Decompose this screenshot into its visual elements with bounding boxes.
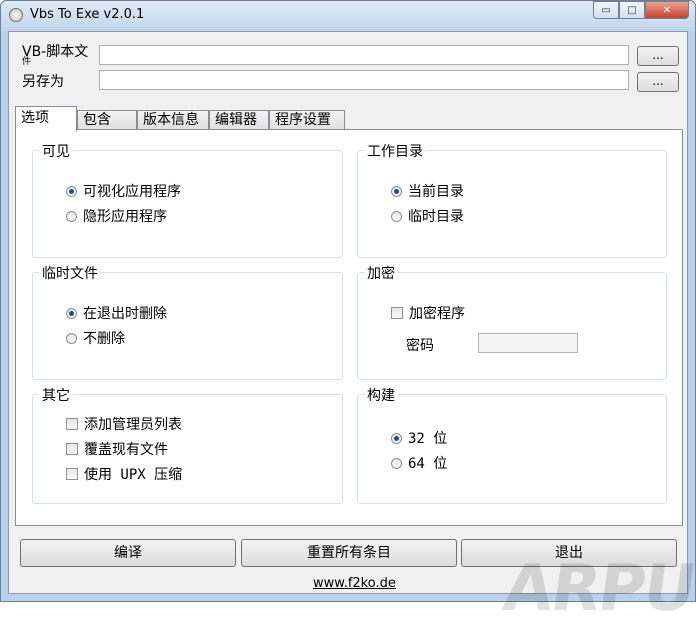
radio-visible-app[interactable]: 可视化应用程序 — [66, 181, 181, 201]
radio-unselected-icon[interactable] — [66, 332, 77, 344]
password-label: 密码 — [406, 338, 434, 354]
group-workdir: 工作目录 当前目录 临时目录 — [357, 141, 667, 258]
app-gear-icon[interactable] — [9, 8, 23, 22]
minimize-button[interactable]: ▭ — [593, 1, 619, 19]
radio-selected-icon[interactable] — [391, 432, 402, 444]
vbs-script-field[interactable] — [99, 45, 629, 65]
tab-version-info[interactable]: 版本信息 — [137, 110, 209, 130]
checkbox-upx-label: 使用 UPX 压缩 — [84, 467, 183, 483]
checkbox-add-admin-label: 添加管理员列表 — [84, 417, 182, 433]
tab-editor[interactable]: 编辑器 — [209, 110, 269, 130]
vbs-browse-button[interactable]: ... — [637, 46, 679, 66]
vbs-script-label-text: VB-脚本文 — [22, 44, 89, 60]
tab-include[interactable]: 包含 — [77, 110, 137, 130]
maximize-button[interactable]: □ — [619, 1, 645, 19]
saveas-field[interactable] — [99, 70, 629, 90]
window-title: Vbs To Exe v2.0.1 — [30, 7, 145, 22]
saveas-browse-button[interactable]: ... — [637, 72, 679, 92]
radio-64bit-label: 64 位 — [408, 456, 448, 472]
website-link[interactable]: www.f2ko.de — [313, 576, 396, 591]
app-window: Vbs To Exe v2.0.1 ▭ □ ✕ VB-脚本文 件 ... 另存为… — [0, 0, 696, 626]
radio-unselected-icon[interactable] — [391, 210, 402, 222]
checkbox-encrypt[interactable]: 加密程序 — [391, 303, 465, 323]
options-panel: 可见 可视化应用程序 隐形应用程序 工作目录 当前目录 临时目录 临时文件 在退… — [15, 129, 683, 526]
group-build: 构建 32 位 64 位 — [357, 385, 667, 504]
radio-selected-icon[interactable] — [391, 185, 402, 197]
group-visible-title: 可见 — [39, 141, 73, 161]
radio-no-delete[interactable]: 不删除 — [66, 328, 125, 348]
group-visible: 可见 可视化应用程序 隐形应用程序 — [32, 141, 343, 258]
checkbox-icon[interactable] — [66, 443, 78, 455]
radio-unselected-icon[interactable] — [391, 457, 402, 469]
password-field[interactable] — [478, 333, 578, 353]
checkbox-overwrite[interactable]: 覆盖现有文件 — [66, 439, 168, 459]
close-icon: ✕ — [662, 4, 672, 16]
radio-temp-dir-label: 临时目录 — [408, 209, 464, 225]
close-button[interactable]: ✕ — [645, 1, 689, 19]
radio-current-dir-label: 当前目录 — [408, 184, 464, 200]
saveas-label: 另存为 — [22, 74, 64, 90]
group-workdir-title: 工作目录 — [364, 141, 426, 161]
radio-32bit[interactable]: 32 位 — [391, 428, 447, 448]
group-other: 其它 添加管理员列表 覆盖现有文件 使用 UPX 压缩 — [32, 385, 343, 504]
compile-button[interactable]: 编译 — [20, 539, 236, 567]
tab-program-settings[interactable]: 程序设置 — [269, 110, 345, 130]
checkbox-icon[interactable] — [66, 468, 78, 480]
checkbox-encrypt-label: 加密程序 — [409, 306, 465, 322]
title-bar[interactable]: Vbs To Exe v2.0.1 ▭ □ ✕ — [1, 1, 695, 31]
radio-current-dir[interactable]: 当前目录 — [391, 181, 464, 201]
radio-delete-on-exit-label: 在退出时删除 — [83, 306, 167, 322]
checkbox-icon[interactable] — [391, 307, 403, 319]
group-build-title: 构建 — [364, 385, 398, 405]
radio-selected-icon[interactable] — [66, 307, 77, 319]
radio-delete-on-exit[interactable]: 在退出时删除 — [66, 303, 167, 323]
window-controls: ▭ □ ✕ — [593, 1, 689, 20]
group-encrypt-title: 加密 — [364, 263, 398, 283]
radio-selected-icon[interactable] — [66, 185, 77, 197]
maximize-icon: □ — [627, 4, 637, 16]
group-encrypt: 加密 加密程序 密码 — [357, 263, 667, 380]
radio-no-delete-label: 不删除 — [83, 331, 125, 347]
vbs-script-label-sub: 件 — [22, 57, 32, 67]
radio-temp-dir[interactable]: 临时目录 — [391, 206, 464, 226]
checkbox-icon[interactable] — [66, 418, 78, 430]
checkbox-overwrite-label: 覆盖现有文件 — [84, 442, 168, 458]
watermark-logo: ARPUN — [498, 552, 696, 626]
radio-invisible-app-label: 隐形应用程序 — [83, 209, 167, 225]
tab-options[interactable]: 选项 — [15, 106, 77, 131]
client-area: VB-脚本文 件 ... 另存为 ... 选项 包含 版本信息 编辑器 程序设置… — [8, 31, 696, 626]
checkbox-add-admin[interactable]: 添加管理员列表 — [66, 414, 182, 434]
radio-32bit-label: 32 位 — [408, 431, 448, 447]
group-tempfiles: 临时文件 在退出时删除 不删除 — [32, 263, 343, 380]
radio-64bit[interactable]: 64 位 — [391, 453, 447, 473]
radio-visible-app-label: 可视化应用程序 — [83, 184, 181, 200]
group-other-title: 其它 — [39, 385, 73, 405]
checkbox-upx[interactable]: 使用 UPX 压缩 — [66, 464, 182, 484]
group-tempfiles-title: 临时文件 — [39, 263, 101, 283]
radio-unselected-icon[interactable] — [66, 210, 77, 222]
minimize-icon: ▭ — [601, 4, 611, 16]
reset-button[interactable]: 重置所有条目 — [241, 539, 457, 567]
radio-invisible-app[interactable]: 隐形应用程序 — [66, 206, 167, 226]
